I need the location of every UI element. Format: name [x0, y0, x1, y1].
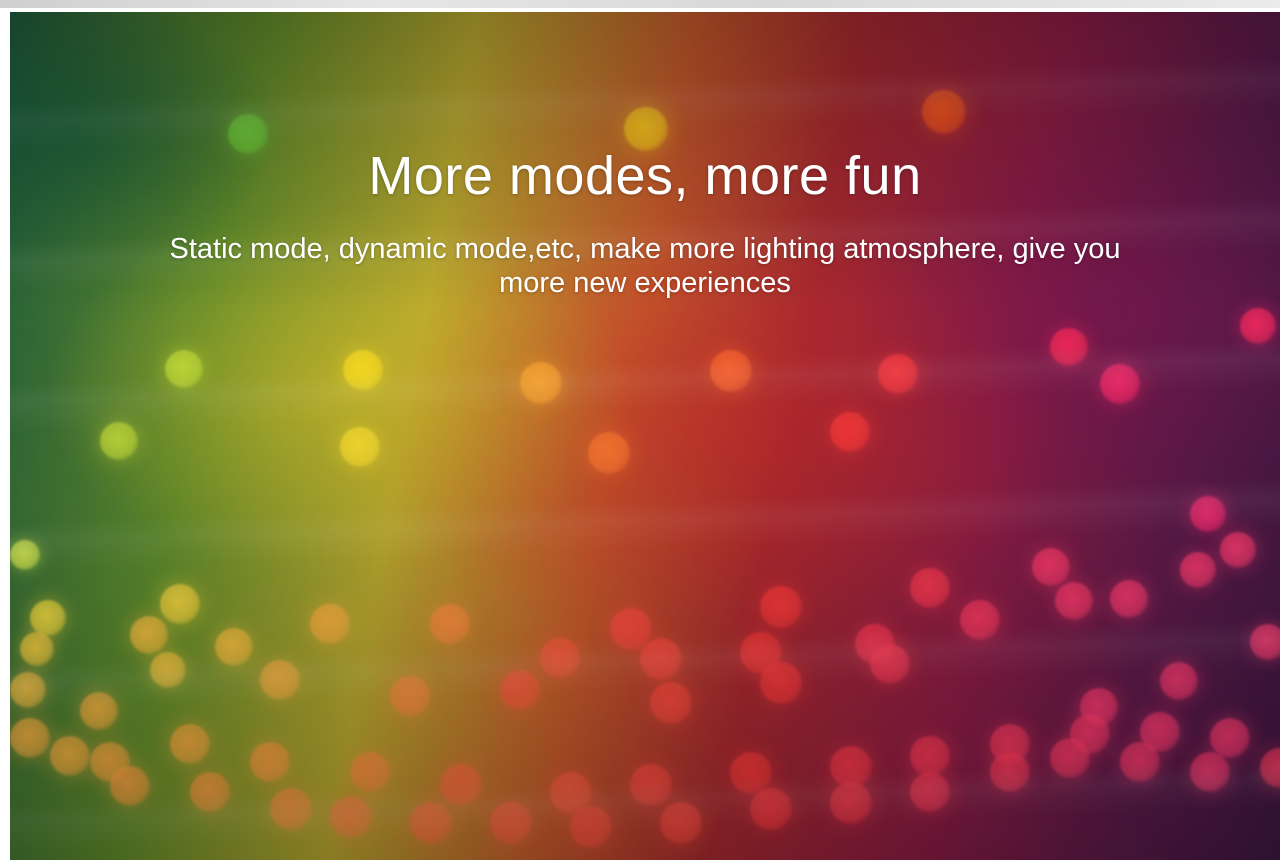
- bokeh-lights-banner: More modes, more fun Static mode, dynami…: [10, 12, 1280, 860]
- banner-text: More modes, more fun Static mode, dynami…: [10, 142, 1280, 300]
- subheadline: Static mode, dynamic mode,etc, make more…: [169, 233, 1121, 299]
- top-edge-strip: [0, 0, 1280, 8]
- headline: More modes, more fun: [368, 146, 922, 206]
- screenshot-frame: More modes, more fun Static mode, dynami…: [0, 0, 1280, 860]
- left-edge-strip: [0, 8, 10, 860]
- background-haze: [10, 12, 1280, 860]
